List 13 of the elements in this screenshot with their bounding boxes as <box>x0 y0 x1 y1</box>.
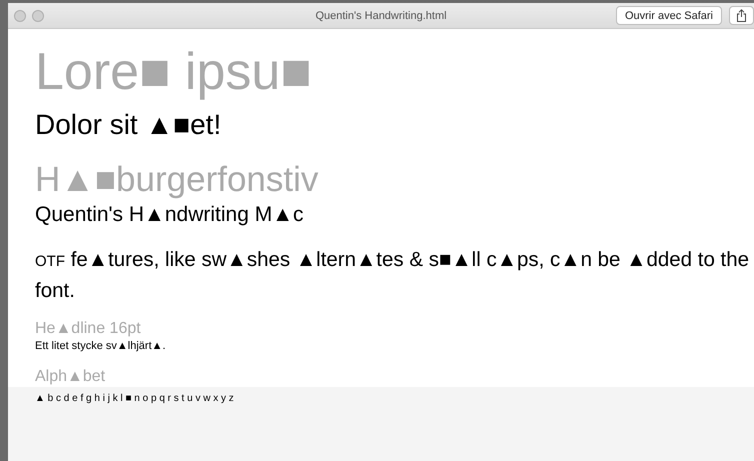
subtitle-text: Quentin's H▲ndwriting M▲c <box>35 202 304 228</box>
paragraph-text: OTF fe▲tures, like sw▲shes ▲ltern▲tes & s■▲ll c▲ps, c▲n be ▲dded to the font. <box>35 247 750 304</box>
body-text: Ett litet stycke sv▲lhjärt▲. <box>35 339 166 353</box>
display-heading: Lore■ ipsu■ <box>35 42 312 103</box>
window-title: Quentin's Handwriting.html <box>315 10 447 22</box>
share-icon <box>736 9 747 22</box>
alphabet-text: ▲ b c d e f g h i j k l ■ n o p q r s t u v w x y z <box>35 392 234 405</box>
share-button[interactable] <box>729 6 754 25</box>
section-label: Alph▲bet <box>35 367 106 387</box>
section-heading: H▲■burgerfonstiv <box>35 159 318 201</box>
section-label: He▲dline 16pt <box>35 319 141 339</box>
open-with-button[interactable]: Ouvrir avec Safari <box>616 6 722 25</box>
lead-text: Dolor sit ▲■et! <box>35 108 222 142</box>
